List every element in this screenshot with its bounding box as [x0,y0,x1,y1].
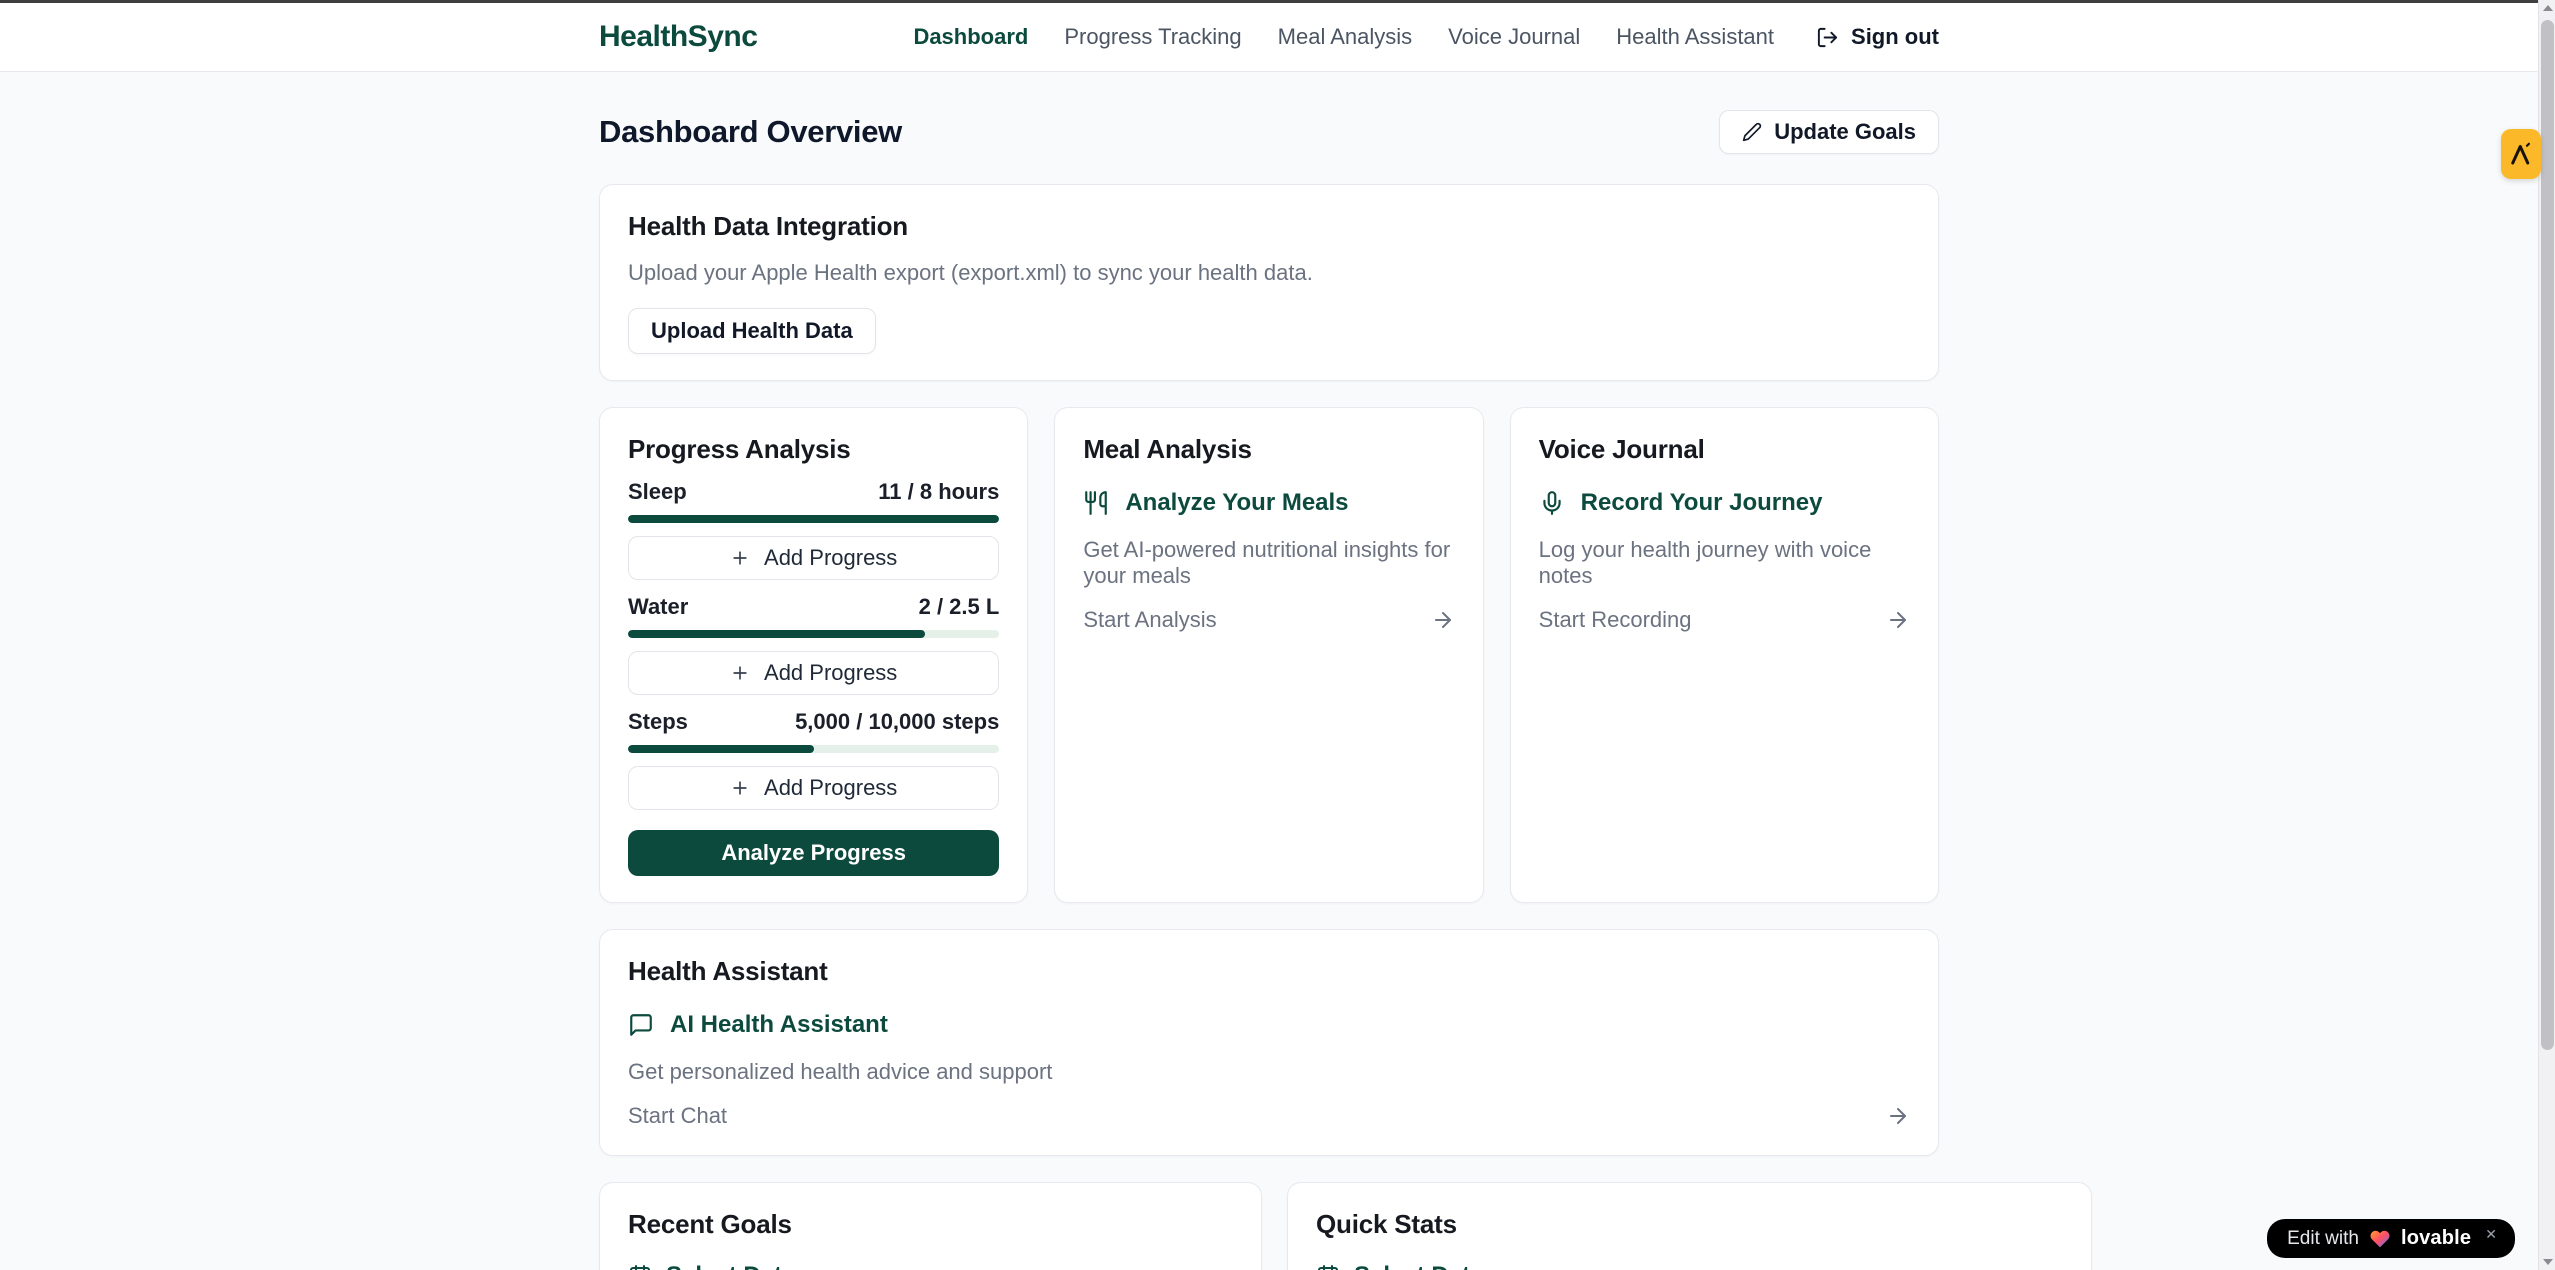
update-goals-label: Update Goals [1774,119,1916,145]
sleep-metric: Sleep 11 / 8 hours Add Progress [628,479,999,580]
assistant-title: Health Assistant [628,956,1910,987]
meal-description: Get AI-powered nutritional insights for … [1083,537,1454,589]
pencil-icon [1742,122,1762,142]
sleep-value: 11 / 8 hours [878,479,999,505]
start-chat-label: Start Chat [628,1103,727,1129]
nav-health-assistant[interactable]: Health Assistant [1616,24,1774,50]
lovable-heart-icon [2369,1229,2391,1249]
quick-stats-title: Quick Stats [1316,1209,2063,1240]
steps-progress-track [628,745,999,753]
record-your-journey-label: Record Your Journey [1581,489,1823,517]
start-recording-label: Start Recording [1539,607,1692,633]
progress-analysis-card: Progress Analysis Sleep 11 / 8 hours Add… [599,407,1028,903]
top-navbar: HealthSync Dashboard Progress Tracking M… [0,3,2538,72]
calendar-icon [628,1264,652,1270]
recent-goals-card: Recent Goals Select Date Today Yesterday… [599,1182,1262,1270]
meal-title: Meal Analysis [1083,434,1454,465]
voice-description: Log your health journey with voice notes [1539,537,1910,589]
assistant-description: Get personalized health advice and suppo… [628,1059,1910,1085]
edit-with-lovable-badge[interactable]: Edit with lovable ✕ [2267,1219,2515,1258]
badge-close-icon[interactable]: ✕ [2485,1227,2497,1241]
water-value: 2 / 2.5 L [919,594,1000,620]
arrow-right-icon [1886,608,1910,632]
main-nav: Dashboard Progress Tracking Meal Analysi… [913,24,1939,50]
record-your-journey-link[interactable]: Record Your Journey [1539,489,1910,517]
water-add-progress-button[interactable]: Add Progress [628,651,999,695]
nav-progress-tracking[interactable]: Progress Tracking [1064,24,1241,50]
analyze-your-meals-link[interactable]: Analyze Your Meals [1083,489,1454,517]
vertical-scrollbar[interactable] [2538,0,2555,1270]
progress-title: Progress Analysis [628,434,999,465]
scrollbar-thumb[interactable] [2541,20,2554,1050]
recent-goals-title: Recent Goals [628,1209,1233,1240]
arrow-right-icon [1431,608,1455,632]
steps-label: Steps [628,709,688,735]
sleep-progress-track [628,515,999,523]
log-out-icon [1816,26,1839,49]
steps-add-progress-button[interactable]: Add Progress [628,766,999,810]
nav-meal-analysis[interactable]: Meal Analysis [1278,24,1413,50]
steps-value: 5,000 / 10,000 steps [795,709,999,735]
health-assistant-card: Health Assistant AI Health Assistant Get… [599,929,1939,1156]
plus-icon [730,663,750,683]
chat-bubble-icon [628,1012,654,1038]
integration-description: Upload your Apple Health export (export.… [628,260,1910,286]
water-progress-fill [628,630,925,638]
sleep-add-progress-button[interactable]: Add Progress [628,536,999,580]
voice-title: Voice Journal [1539,434,1910,465]
calendar-icon [1316,1264,1340,1270]
start-recording-action[interactable]: Start Recording [1539,607,1910,633]
steps-progress-fill [628,745,814,753]
arrow-right-icon [1886,1104,1910,1128]
start-chat-action[interactable]: Start Chat [628,1103,1910,1129]
dashboard-main: Dashboard Overview Update Goals Health D… [599,110,1939,1270]
start-analysis-action[interactable]: Start Analysis [1083,607,1454,633]
water-progress-track [628,630,999,638]
sign-out-label: Sign out [1851,24,1939,50]
plus-icon [730,548,750,568]
lovable-label: lovable [2401,1227,2471,1250]
ai-health-assistant-link[interactable]: AI Health Assistant [628,1011,1910,1039]
select-date-label: Select Date [1354,1262,1483,1270]
analyze-your-meals-label: Analyze Your Meals [1125,489,1348,517]
voice-journal-card: Voice Journal Record Your Journey Log yo… [1510,407,1939,903]
steps-metric: Steps 5,000 / 10,000 steps Add Progress [628,709,999,810]
sleep-progress-fill [628,515,999,523]
utensils-icon [1083,490,1109,516]
ai-health-assistant-label: AI Health Assistant [670,1011,888,1039]
page-title: Dashboard Overview [599,114,902,150]
update-goals-button[interactable]: Update Goals [1719,110,1939,154]
plus-icon [730,778,750,798]
nav-voice-journal[interactable]: Voice Journal [1448,24,1580,50]
quick-stats-card: Quick Stats Select Date Today Yesterday … [1287,1182,2092,1270]
edit-with-label: Edit with [2287,1228,2359,1250]
app-logo: HealthSync [599,20,757,54]
quick-stats-select-date[interactable]: Select Date [1316,1262,2063,1270]
scrollbar-down-arrow[interactable] [2539,1254,2555,1270]
health-data-integration-card: Health Data Integration Upload your Appl… [599,184,1939,381]
lovable-logo-icon [2509,141,2533,167]
add-progress-label: Add Progress [764,545,897,571]
add-progress-label: Add Progress [764,660,897,686]
start-analysis-label: Start Analysis [1083,607,1216,633]
add-progress-label: Add Progress [764,775,897,801]
sleep-label: Sleep [628,479,687,505]
scrollbar-up-arrow[interactable] [2539,0,2555,16]
select-date-label: Select Date [666,1262,795,1270]
meal-analysis-card: Meal Analysis Analyze Your Meals Get AI-… [1054,407,1483,903]
water-metric: Water 2 / 2.5 L Add Progress [628,594,999,695]
upload-health-data-button[interactable]: Upload Health Data [628,308,876,354]
sign-out-button[interactable]: Sign out [1816,24,1939,50]
lovable-sidebar-button[interactable] [2501,129,2541,179]
analyze-progress-button[interactable]: Analyze Progress [628,830,999,876]
microphone-icon [1539,490,1565,516]
recent-goals-select-date[interactable]: Select Date [628,1262,1233,1270]
water-label: Water [628,594,688,620]
nav-dashboard[interactable]: Dashboard [913,24,1028,50]
integration-title: Health Data Integration [628,211,1910,242]
